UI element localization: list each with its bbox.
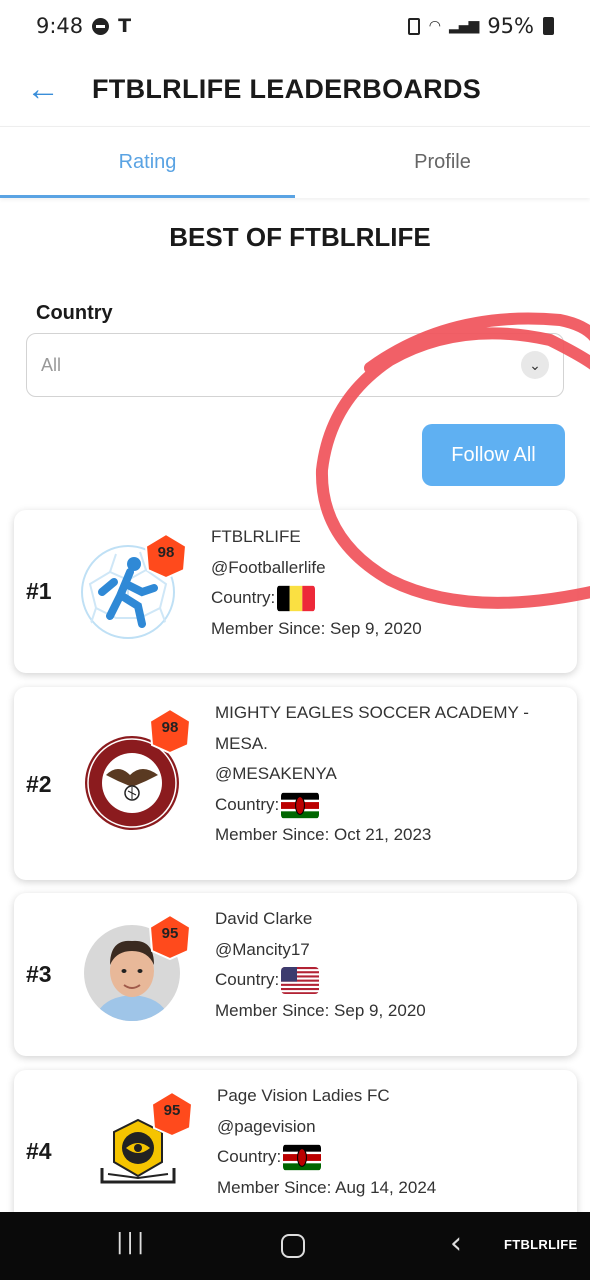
rating-value: 98 (161, 719, 179, 736)
entry-info: Page Vision Ladies FC @pagevision Countr… (217, 1081, 436, 1203)
country-label: Country: (215, 794, 280, 814)
entry-name: Page Vision Ladies FC (217, 1086, 390, 1105)
tab-profile[interactable]: Profile (295, 127, 590, 198)
tab-bar: Rating Profile (0, 126, 590, 198)
belgium-flag-icon (277, 585, 316, 612)
country-label: Country: (211, 588, 276, 607)
entry-member-since: Member Since: Oct 21, 2023 (215, 825, 432, 844)
rating-badge: 95 (148, 1090, 196, 1138)
entry-info: David Clarke @Mancity17 Country: Member … (215, 904, 426, 1026)
entry-info: MIGHTY EAGLES SOCCER ACADEMY - MESA. @ME… (215, 698, 529, 851)
country-select-value: All (41, 354, 62, 375)
usa-flag-icon (281, 967, 320, 995)
do-not-disturb-icon (92, 17, 110, 35)
recent-apps-icon[interactable]: ||| (116, 1230, 147, 1255)
rating-badge: 98 (142, 532, 190, 580)
entry-country: Country: (215, 965, 426, 996)
rating-value: 95 (163, 1102, 181, 1119)
entry-name: FTBLRLIFE (211, 527, 301, 546)
country-filter-label: Country (36, 302, 113, 324)
rank-label: #3 (26, 961, 52, 987)
status-bar: 9:48 T ◠ ▂▄▆ 95% (0, 0, 590, 52)
rating-badge: 95 (146, 913, 194, 961)
country-label: Country: (215, 970, 280, 989)
leaderboard-card[interactable]: #3 95 David Clarke @Mancity17 Country: M… (14, 893, 577, 1056)
follow-all-button[interactable]: Follow All (422, 424, 565, 486)
entry-handle: @Footballerlife (211, 557, 326, 577)
rating-badge: 98 (146, 707, 194, 755)
kenya-flag-icon (281, 792, 320, 819)
system-navigation-bar: ||| ‹ (0, 1212, 590, 1280)
leaderboard-card[interactable]: #1 98 FTBLRLIFE @Footballerlife Country:… (14, 510, 577, 673)
entry-handle: @pagevision (217, 1116, 316, 1136)
entry-handle: @MESAKENYA (215, 764, 337, 783)
rank-label: #1 (26, 578, 52, 604)
entry-name-continued: MESA. (215, 733, 268, 753)
status-time: 9:48 (36, 14, 84, 38)
home-icon[interactable] (281, 1234, 305, 1258)
battery-icon (543, 17, 554, 35)
wifi-icon: ◠ (428, 18, 441, 34)
ftblrlife-watermark: FTBLRLIFE (504, 1237, 578, 1252)
rank-label: #4 (26, 1138, 52, 1164)
entry-country: Country: (215, 790, 529, 821)
chevron-down-icon: ⌄ (521, 351, 549, 379)
rating-value: 98 (157, 544, 175, 561)
country-label: Country: (217, 1147, 282, 1166)
country-select[interactable]: All ⌄ (26, 333, 564, 397)
leaderboard-card[interactable]: #2 98 MIGHTY EAGLES SOCCER ACADEMY - MES… (14, 687, 577, 880)
kenya-flag-icon (283, 1144, 322, 1171)
page-title: FTBLRLIFE LEADERBOARDS (92, 73, 482, 104)
signal-icon: ▂▄▆ (449, 18, 479, 34)
entry-handle: @Mancity17 (215, 939, 310, 959)
entry-member-since: Member Since: Sep 9, 2020 (211, 618, 422, 638)
entry-info: FTBLRLIFE @Footballerlife Country: Membe… (211, 522, 422, 644)
entry-member-since: Member Since: Sep 9, 2020 (215, 1000, 426, 1020)
section-title: BEST OF FTBLRLIFE (169, 222, 431, 252)
entry-member-since: Member Since: Aug 14, 2024 (217, 1177, 437, 1197)
rating-value: 95 (161, 925, 179, 942)
notification-icon (407, 17, 420, 35)
entry-country: Country: (217, 1142, 436, 1173)
back-icon[interactable]: ‹ (450, 1226, 462, 1261)
battery-percent: 95% (487, 14, 534, 38)
tesla-icon: T (118, 15, 132, 37)
back-arrow-icon[interactable]: ← (26, 72, 86, 106)
tab-rating[interactable]: Rating (0, 127, 295, 198)
entry-name: MIGHTY EAGLES SOCCER ACADEMY - (215, 703, 529, 722)
rank-label: #2 (26, 771, 52, 797)
entry-name: David Clarke (215, 909, 313, 928)
app-header: ← FTBLRLIFE LEADERBOARDS (0, 52, 590, 126)
entry-country: Country: (211, 583, 422, 614)
